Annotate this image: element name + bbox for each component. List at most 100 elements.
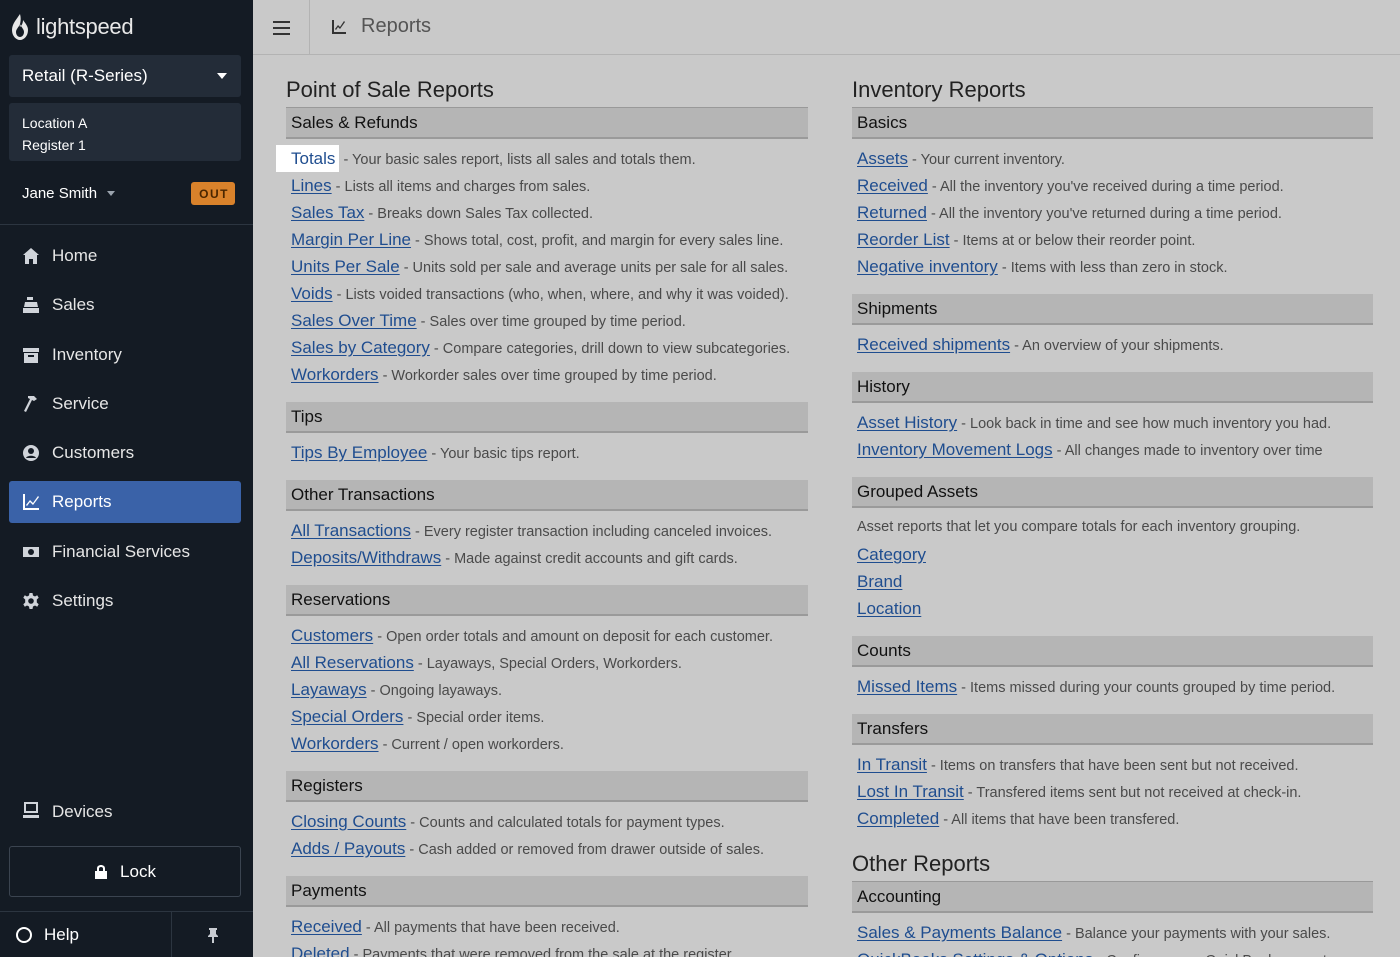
report-row: Layaways - Ongoing layaways. — [286, 676, 808, 703]
report-row: Completed - All items that have been tra… — [852, 805, 1373, 832]
report-row: Closing Counts - Counts and calculated t… — [286, 808, 808, 835]
nav-label: Inventory — [52, 344, 122, 364]
report-link-deposits-withdraws[interactable]: Deposits/Withdraws — [291, 548, 441, 567]
report-row: Location — [852, 595, 1373, 622]
nav-item-settings[interactable]: Settings — [9, 580, 241, 622]
report-link-sales-by-category[interactable]: Sales by Category — [291, 338, 430, 357]
section-header-history: History — [852, 372, 1373, 403]
report-link-lost-in-transit[interactable]: Lost In Transit — [857, 782, 964, 801]
nav-item-service[interactable]: Service — [9, 383, 241, 425]
report-description: - Sales over time grouped by time period… — [416, 314, 686, 330]
section-intro: Asset reports that let you compare total… — [857, 519, 1301, 535]
report-description: - Special order items. — [403, 710, 545, 726]
report-link-category[interactable]: Category — [857, 545, 926, 564]
lock-button[interactable]: Lock — [9, 846, 241, 897]
help-button[interactable]: Help — [0, 912, 172, 957]
clock-status-badge[interactable]: OUT — [191, 181, 235, 205]
report-description: - Your current inventory. — [908, 152, 1065, 168]
report-link-location[interactable]: Location — [857, 599, 921, 618]
report-description: - Every register transaction including c… — [411, 524, 773, 540]
shop-selector[interactable]: Retail (R-Series) — [9, 55, 241, 97]
report-link-sales-payments-balance[interactable]: Sales & Payments Balance — [857, 923, 1062, 942]
report-link-completed[interactable]: Completed — [857, 809, 939, 828]
report-link-reorder-list[interactable]: Reorder List — [857, 230, 950, 249]
report-link-customers[interactable]: Customers — [291, 626, 373, 645]
section-header-grouped-assets: Grouped Assets — [852, 477, 1373, 508]
report-link-sales-tax[interactable]: Sales Tax — [291, 203, 364, 222]
section-header-basics: Basics — [852, 108, 1373, 139]
report-link-closing-counts[interactable]: Closing Counts — [291, 812, 406, 831]
report-row: Received shipments - An overview of your… — [852, 331, 1373, 358]
report-row: Category — [852, 541, 1373, 568]
report-description: - Cash added or removed from drawer outs… — [405, 842, 764, 858]
chart-icon — [332, 19, 346, 34]
report-link-assets[interactable]: Assets — [857, 149, 908, 168]
nav-item-reports[interactable]: Reports — [9, 481, 241, 524]
location-name: Location A — [22, 115, 88, 131]
report-link-in-transit[interactable]: In Transit — [857, 755, 927, 774]
inventory-icon — [22, 346, 40, 364]
report-link-sales-over-time[interactable]: Sales Over Time — [291, 311, 417, 330]
report-link-brand[interactable]: Brand — [857, 572, 902, 591]
report-link-margin-per-line[interactable]: Margin Per Line — [291, 230, 411, 249]
menu-toggle-button[interactable] — [253, 0, 310, 55]
nav-label: Customers — [52, 443, 135, 463]
report-link-all-reservations[interactable]: All Reservations — [291, 653, 414, 672]
report-description: - All items that have been transfered. — [939, 812, 1180, 828]
lock-icon — [95, 864, 108, 879]
report-link-workorders[interactable]: Workorders — [291, 365, 379, 384]
report-link-returned[interactable]: Returned — [857, 203, 927, 222]
report-link-layaways[interactable]: Layaways — [291, 680, 367, 699]
nav-item-sales[interactable]: Sales — [9, 284, 241, 326]
report-link-voids[interactable]: Voids — [291, 284, 333, 303]
report-description: - Your basic sales report, lists all sal… — [339, 152, 696, 168]
help-icon — [16, 926, 32, 943]
nav-item-customers[interactable]: Customers — [9, 432, 241, 474]
location-register-box[interactable]: Location A Register 1 — [9, 103, 241, 161]
report-description: - Look back in time and see how much inv… — [957, 416, 1332, 432]
user-menu[interactable]: Jane Smith OUT — [22, 180, 235, 206]
lock-label: Lock — [120, 861, 156, 881]
report-row: Sales Tax - Breaks down Sales Tax collec… — [286, 199, 808, 226]
lightspeed-logo[interactable]: lightspeed — [10, 12, 134, 42]
report-link-workorders[interactable]: Workorders — [291, 734, 379, 753]
report-link-lines[interactable]: Lines — [291, 176, 332, 195]
report-description: - Shows total, cost, profit, and margin … — [411, 233, 784, 249]
report-link-units-per-sale[interactable]: Units Per Sale — [291, 257, 400, 276]
pin-sidebar-button[interactable] — [172, 912, 253, 957]
nav-item-home[interactable]: Home — [9, 235, 241, 277]
report-row: All Reservations - Layaways, Special Ord… — [286, 649, 808, 676]
report-link-deleted[interactable]: Deleted — [291, 944, 350, 957]
report-description: - Lists all items and charges from sales… — [331, 179, 591, 195]
report-row: Deleted - Payments that were removed fro… — [286, 940, 808, 957]
report-link-received[interactable]: Received — [857, 176, 928, 195]
report-description: - All payments that have been received. — [361, 920, 620, 936]
nav-item-inventory[interactable]: Inventory — [9, 334, 241, 376]
report-link-special-orders[interactable]: Special Orders — [291, 707, 403, 726]
nav-item-financial-services[interactable]: Financial Services — [9, 531, 241, 573]
report-link-quickbooks-settings-options[interactable]: QuickBooks Settings & Options — [857, 950, 1093, 957]
nav-label: Settings — [52, 591, 114, 611]
report-link-adds-payouts[interactable]: Adds / Payouts — [291, 839, 405, 858]
report-link-received-shipments[interactable]: Received shipments — [857, 335, 1010, 354]
report-link-inventory-movement-logs[interactable]: Inventory Movement Logs — [857, 440, 1053, 459]
report-description: - Lists voided transactions (who, when, … — [332, 287, 789, 303]
report-row: Tips By Employee - Your basic tips repor… — [286, 439, 808, 466]
report-description: - All changes made to inventory over tim… — [1052, 443, 1323, 459]
report-link-received[interactable]: Received — [291, 917, 362, 936]
report-link-missed-items[interactable]: Missed Items — [857, 677, 957, 696]
nav-item-devices[interactable]: Devices — [9, 791, 241, 833]
report-link-all-transactions[interactable]: All Transactions — [291, 521, 411, 540]
report-row: QuickBooks Settings & Options - Configur… — [852, 946, 1373, 957]
report-link-negative-inventory[interactable]: Negative inventory — [857, 257, 998, 276]
report-link-tips-by-employee[interactable]: Tips By Employee — [291, 443, 427, 462]
report-link-totals[interactable]: Totals — [276, 145, 340, 172]
report-link-asset-history[interactable]: Asset History — [857, 413, 957, 432]
